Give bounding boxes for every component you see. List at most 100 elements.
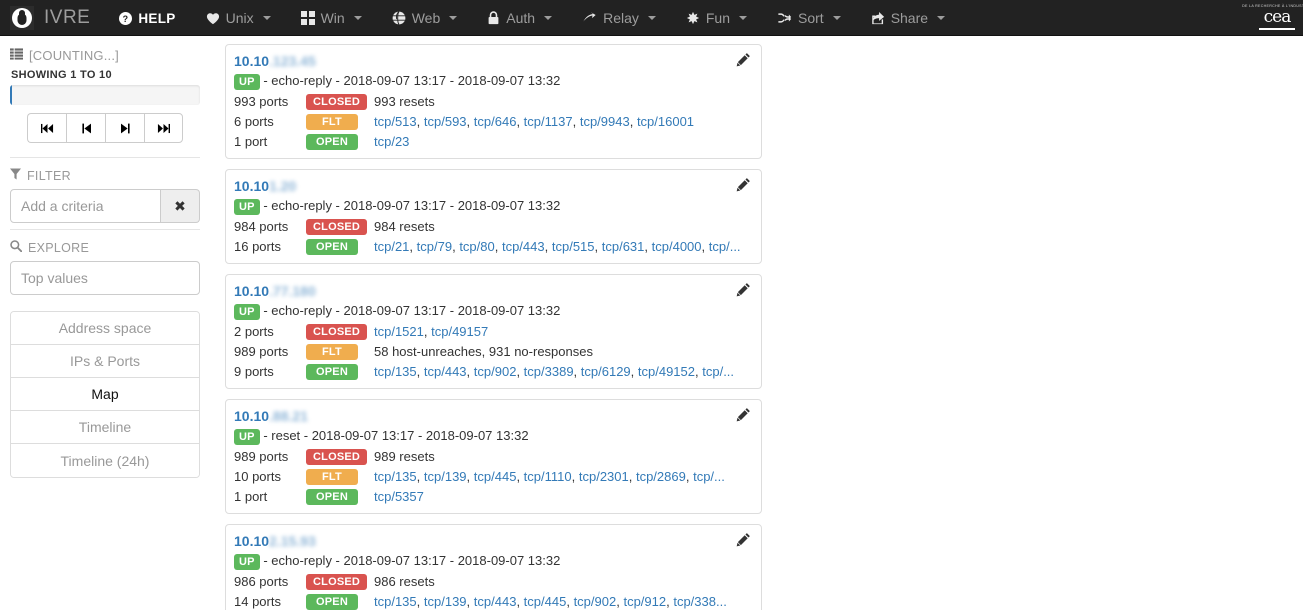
port-list: tcp/1521, tcp/49157 xyxy=(374,323,489,339)
host-ip-link[interactable]: 10.101.20 xyxy=(234,176,296,196)
top-values-input[interactable] xyxy=(10,261,200,295)
view-item-timeline[interactable]: Timeline xyxy=(11,411,199,444)
filter-criteria-input[interactable] xyxy=(10,189,161,223)
host-ip-link[interactable]: 10.10.88.21 xyxy=(234,406,308,426)
port-count: 993 ports xyxy=(234,93,289,109)
host-ip-link[interactable]: 10.102.15.93 xyxy=(234,531,316,551)
port-link[interactable]: tcp/... xyxy=(709,239,741,254)
port-link[interactable]: tcp/3389 xyxy=(524,364,574,379)
port-link[interactable]: tcp/... xyxy=(702,364,734,379)
result-card: 10.101.20 UP - echo-reply - 2018-09-07 13… xyxy=(225,169,762,264)
nav-item-share[interactable]: Share xyxy=(856,0,960,36)
port-link[interactable]: tcp/902 xyxy=(474,364,517,379)
ports-row: 6 ports FLT tcp/513, tcp/593, tcp/646, tcp… xyxy=(234,111,753,131)
port-link[interactable]: tcp/... xyxy=(693,469,725,484)
port-link[interactable]: tcp/4000 xyxy=(652,239,702,254)
nav-item-fun[interactable]: Fun xyxy=(671,0,762,36)
port-link[interactable]: tcp/49157 xyxy=(431,324,488,339)
pencil-icon[interactable] xyxy=(736,282,751,302)
view-item-ips-ports[interactable]: IPs & Ports xyxy=(11,345,199,378)
port-link[interactable]: tcp/513 xyxy=(374,114,417,129)
port-link[interactable]: tcp/21 xyxy=(374,239,409,254)
pencil-icon[interactable] xyxy=(736,407,751,427)
chevron-down-icon xyxy=(544,16,553,20)
nav-item-label: Auth xyxy=(506,10,536,26)
pencil-icon[interactable] xyxy=(736,177,751,197)
nav-item-help[interactable]: ? HELP xyxy=(104,0,190,36)
port-link[interactable]: tcp/139 xyxy=(424,594,467,609)
last-page-button[interactable] xyxy=(144,113,183,143)
port-link[interactable]: tcp/139 xyxy=(424,469,467,484)
pagination xyxy=(10,113,200,143)
port-count: 984 ports xyxy=(234,218,289,234)
nav-item-relay[interactable]: Relay xyxy=(567,0,671,36)
port-state-badge: OPEN xyxy=(306,363,358,380)
clear-filter-button[interactable]: ✖ xyxy=(161,189,200,223)
port-link[interactable]: tcp/631 xyxy=(602,239,645,254)
port-link[interactable]: tcp/593 xyxy=(424,114,467,129)
port-link[interactable]: tcp/912 xyxy=(623,594,666,609)
port-link[interactable]: tcp/49152 xyxy=(638,364,695,379)
host-ip-link[interactable]: 10.10.123.45 xyxy=(234,51,316,71)
port-link[interactable]: tcp/79 xyxy=(417,239,452,254)
view-item-timeline-24h[interactable]: Timeline (24h) xyxy=(11,444,199,477)
port-link[interactable]: tcp/338... xyxy=(673,594,726,609)
pencil-icon[interactable] xyxy=(736,532,751,552)
view-item-map[interactable]: Map xyxy=(11,378,199,411)
port-link[interactable]: tcp/6129 xyxy=(581,364,631,379)
host-ip-link[interactable]: 10.10.77.180 xyxy=(234,281,316,301)
port-link[interactable]: tcp/443 xyxy=(502,239,545,254)
ivre-logo-icon xyxy=(10,6,34,30)
port-link[interactable]: tcp/1110 xyxy=(524,469,572,484)
port-link[interactable]: tcp/1521 xyxy=(374,324,424,339)
nav-item-label: Win xyxy=(320,10,345,26)
ports-row: 9 ports OPEN tcp/135, tcp/443, tcp/902, tc… xyxy=(234,361,753,381)
port-link[interactable]: tcp/902 xyxy=(574,594,617,609)
port-link[interactable]: tcp/445 xyxy=(524,594,567,609)
nav-item-win[interactable]: Win xyxy=(286,0,377,36)
first-page-button[interactable] xyxy=(27,113,66,143)
filter-header: FILTER xyxy=(10,168,200,183)
port-link[interactable]: tcp/445 xyxy=(474,469,517,484)
pencil-icon[interactable] xyxy=(736,52,751,72)
port-link[interactable]: tcp/646 xyxy=(474,114,517,129)
port-link[interactable]: tcp/2301 xyxy=(579,469,629,484)
ports-row: 1 port OPEN tcp/5357 xyxy=(234,486,753,506)
view-item-address-space[interactable]: Address space xyxy=(11,312,199,345)
brand[interactable]: IVRE xyxy=(0,0,104,36)
port-count: 989 ports xyxy=(234,343,289,359)
port-state-badge: OPEN xyxy=(306,488,358,505)
port-link[interactable]: tcp/1137 xyxy=(524,114,573,129)
port-link[interactable]: tcp/23 xyxy=(374,134,409,149)
nav-item-unix[interactable]: Unix xyxy=(191,0,286,36)
nav-item-sort[interactable]: Sort xyxy=(762,0,856,36)
port-link[interactable]: tcp/2869 xyxy=(636,469,686,484)
nav-item-label: HELP xyxy=(138,10,176,26)
status-badge: UP xyxy=(234,304,260,320)
port-link[interactable]: tcp/80 xyxy=(459,239,494,254)
nav-item-web[interactable]: Web xyxy=(377,0,473,36)
port-link[interactable]: tcp/443 xyxy=(424,364,467,379)
nav-item-auth[interactable]: Auth xyxy=(472,0,567,36)
port-link[interactable]: tcp/135 xyxy=(374,469,417,484)
port-list: tcp/135, tcp/139, tcp/445, tcp/1110, tcp… xyxy=(374,468,725,484)
count-label: [COUNTING...] xyxy=(29,48,119,63)
chevron-down-icon xyxy=(353,16,362,20)
port-link[interactable]: tcp/5357 xyxy=(374,489,424,504)
port-link[interactable]: tcp/9943 xyxy=(580,114,630,129)
port-link[interactable]: tcp/443 xyxy=(474,594,517,609)
ports-row: 989 ports FLT 58 host-unreaches, 931 no-re… xyxy=(234,341,753,361)
port-link[interactable]: tcp/16001 xyxy=(637,114,694,129)
result-card: 10.10.77.180 UP - echo-reply - 2018-09-07… xyxy=(225,274,762,389)
port-list: 984 resets xyxy=(374,216,753,236)
next-page-button[interactable] xyxy=(105,113,144,143)
ports-row: 14 ports OPEN tcp/135, tcp/139, tcp/443, t… xyxy=(234,591,753,610)
previous-page-button[interactable] xyxy=(66,113,105,143)
port-link[interactable]: tcp/515 xyxy=(552,239,595,254)
view-switcher: Address space IPs & Ports Map Timeline T… xyxy=(10,311,200,478)
showing-label: SHOWING 1 TO 10 xyxy=(11,69,112,81)
port-list: 986 resets xyxy=(374,571,753,591)
port-link[interactable]: tcp/135 xyxy=(374,594,417,609)
port-link[interactable]: tcp/135 xyxy=(374,364,417,379)
port-list: tcp/21, tcp/79, tcp/80, tcp/443, tcp/515… xyxy=(374,238,741,254)
